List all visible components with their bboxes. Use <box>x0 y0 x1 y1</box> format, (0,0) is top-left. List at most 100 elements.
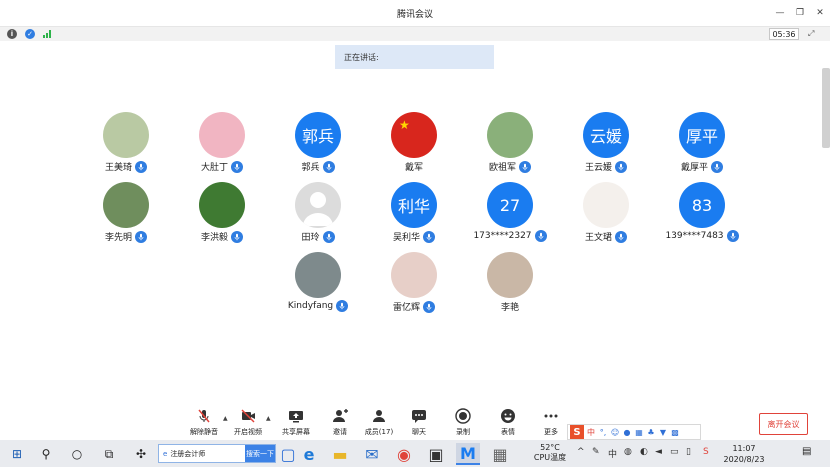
participant-tile[interactable]: 厚平 戴厚平 <box>654 112 750 177</box>
reactions-label: 表情 <box>501 428 515 436</box>
punctuation-icon[interactable]: °, <box>598 428 608 437</box>
participant-name-row: 戴军 <box>366 160 462 173</box>
battery-icon[interactable]: ▯ <box>686 447 691 457</box>
members-button[interactable]: 成员(17) <box>359 408 399 438</box>
minimize-button[interactable]: — <box>770 4 790 22</box>
search-icon[interactable]: ⚲ <box>35 443 57 465</box>
unmute-label: 解除静音 <box>190 428 218 436</box>
participant-tile[interactable]: Kindyfang <box>270 252 366 317</box>
participant-tile[interactable]: 郭兵 郭兵 <box>270 112 366 177</box>
participant-tile[interactable]: 王文珺 <box>558 182 654 247</box>
mail-app-icon[interactable]: ✉ <box>360 443 384 465</box>
participant-tile[interactable]: 云媛 王云媛 <box>558 112 654 177</box>
tray-app2-icon[interactable]: ◐ <box>640 447 648 457</box>
meeting-status-bar: i ✓ 05:36 ⤢ <box>0 27 830 41</box>
participant-tile[interactable]: 田玲 <box>270 182 366 247</box>
participant-avatar <box>583 182 629 228</box>
participant-tile[interactable]: 李艳 <box>462 252 558 317</box>
sogou-tray-icon[interactable]: S <box>703 447 709 457</box>
participant-tile[interactable]: 王美琦 <box>78 112 174 177</box>
chat-button[interactable]: 聊天 <box>399 408 439 438</box>
store-app-icon[interactable]: ▣ <box>424 443 448 465</box>
speaking-label: 正在讲话: <box>344 53 379 62</box>
participant-avatar: 云媛 <box>583 112 629 158</box>
participant-avatar <box>199 112 245 158</box>
record-button[interactable]: 录制 <box>443 408 483 438</box>
sogou-logo-icon[interactable]: S <box>570 425 584 439</box>
taskbar-search-box[interactable]: e 注册会计师 搜索一下 <box>158 444 276 463</box>
record-label: 录制 <box>456 428 470 436</box>
mic-icon <box>135 160 147 173</box>
mic-icon <box>726 230 739 242</box>
ime-mode[interactable]: 中 <box>586 427 596 438</box>
mic-icon <box>231 160 243 173</box>
participant-tile[interactable]: 27 173****2327 <box>462 182 558 247</box>
video-options-caret-icon[interactable]: ▲ <box>266 415 271 422</box>
explorer-app-icon[interactable]: ▬ <box>328 443 352 465</box>
tencent-meeting-app-icon[interactable]: M <box>456 443 480 465</box>
participant-tile[interactable]: 83 139****7483 <box>654 182 750 247</box>
chat-icon <box>412 410 426 423</box>
tray-mode-icon[interactable]: 中 <box>608 447 617 460</box>
participant-tile[interactable]: 李先明 <box>78 182 174 247</box>
cortana-icon[interactable]: ○ <box>66 443 88 465</box>
participant-name: 戴军 <box>404 163 423 173</box>
share-screen-button[interactable]: 共享屏幕 <box>276 408 316 438</box>
taskbar-clock[interactable]: 11:07 2020/8/23 <box>720 443 768 465</box>
start-menu-icon[interactable]: ⊞ <box>6 443 28 465</box>
more-button[interactable]: 更多 <box>531 408 571 438</box>
emoji-icon <box>501 409 515 423</box>
participant-tile[interactable]: 欧祖军 <box>462 112 558 177</box>
mic-icon <box>231 230 243 243</box>
restore-button[interactable]: ❐ <box>790 4 810 22</box>
mic-icon <box>322 230 335 243</box>
participant-name: 王文珺 <box>584 233 612 243</box>
skin-icon[interactable]: ♣ <box>646 428 656 437</box>
pinwheel-icon[interactable]: ✣ <box>130 443 152 465</box>
start-video-button[interactable]: 开启视频 <box>228 408 268 438</box>
record-icon <box>455 408 471 424</box>
notification-icon[interactable]: ▤ <box>802 446 818 460</box>
chrome-app-icon[interactable]: ◉ <box>392 443 416 465</box>
share-screen-icon <box>289 411 303 423</box>
pen-icon[interactable]: ✎ <box>592 447 600 457</box>
participant-name: 139****7483 <box>665 231 724 241</box>
participant-avatar: 83 <box>679 182 725 228</box>
volume-icon[interactable]: ◄ <box>655 447 662 457</box>
participant-tile[interactable]: 雷亿辉 <box>366 252 462 317</box>
taskbar-search-button[interactable]: 搜索一下 <box>245 445 275 462</box>
leave-meeting-button[interactable]: 离开会议 <box>759 413 808 435</box>
tray-app-icon[interactable]: ◍ <box>624 447 632 457</box>
tray-expand-icon[interactable]: ^ <box>577 447 585 457</box>
signal-icon[interactable] <box>43 30 51 38</box>
audio-options-caret-icon[interactable]: ▲ <box>223 415 228 422</box>
participant-avatar: 郭兵 <box>295 112 341 158</box>
unmute-button[interactable]: 解除静音 <box>184 408 224 438</box>
close-button[interactable]: ✕ <box>810 4 830 22</box>
participant-tile[interactable]: 大肚丁 <box>174 112 270 177</box>
minimize-icon: — <box>775 8 785 18</box>
reactions-button[interactable]: 表情 <box>488 408 528 438</box>
cpu-temp-value: 52°C <box>540 443 560 452</box>
participant-tile[interactable]: ★ 戴军 <box>366 112 462 177</box>
edge-app-icon[interactable]: e <box>297 443 321 465</box>
emoji-icon-ime[interactable]: ☺ <box>610 428 620 437</box>
photo-app-icon[interactable]: ▦ <box>488 443 512 465</box>
network-icon[interactable]: ▭ <box>670 447 679 457</box>
grid-icon[interactable]: ▩ <box>670 428 680 437</box>
info-icon[interactable]: i <box>7 29 17 39</box>
keyboard-icon[interactable]: ▦ <box>634 428 644 437</box>
participant-name: 王美琦 <box>104 163 132 173</box>
voice-icon[interactable]: ● <box>622 428 632 437</box>
participant-tile[interactable]: 利华 吴利华 <box>366 182 462 247</box>
participant-name-row: 王文珺 <box>558 230 654 243</box>
invite-button[interactable]: 邀请 <box>320 408 360 438</box>
participant-tile[interactable]: 李洪毅 <box>174 182 270 247</box>
scrollbar[interactable] <box>822 68 830 148</box>
shield-icon[interactable]: ✓ <box>25 29 35 39</box>
shirt-icon[interactable]: ▼ <box>658 428 668 437</box>
mic-icon <box>615 160 627 173</box>
cpu-temp-widget[interactable]: 52°C CPU温度 <box>530 443 570 463</box>
task-view-icon[interactable]: ⧉ <box>98 443 120 465</box>
fullscreen-icon[interactable]: ⤢ <box>808 29 814 39</box>
